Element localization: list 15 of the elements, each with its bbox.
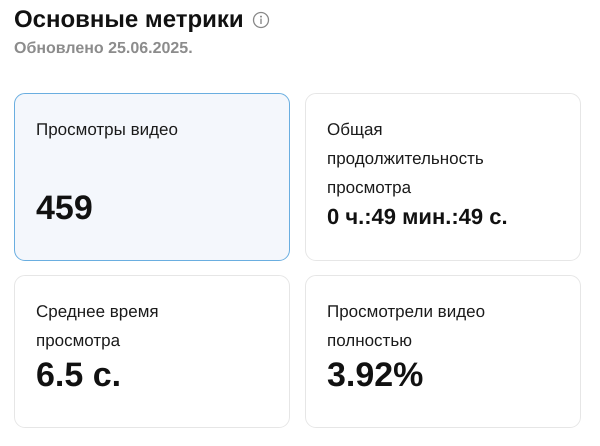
updated-date: Обновлено 25.06.2025. — [14, 40, 194, 58]
metric-card[interactable]: Просмотры видео 459 — [14, 93, 290, 261]
metric-value: 459 — [36, 188, 94, 228]
metric-label: Общая продолжительность просмотра — [327, 119, 485, 199]
metric-card[interactable]: Просмотрели видео полностью 3.92% — [305, 275, 581, 428]
metric-card[interactable]: Общая продолжительность просмотра 0 ч.:49 мин.:49 с. — [305, 93, 581, 261]
info-icon[interactable] — [252, 11, 270, 29]
metric-label: Просмотры видео — [36, 119, 179, 141]
metric-label: Среднее время просмотра — [36, 301, 160, 352]
section-title: Основные метрики — [14, 5, 244, 35]
metric-value: 3.92% — [327, 355, 424, 395]
metric-value: 0 ч.:49 мин.:49 с. — [327, 203, 509, 231]
metric-value: 6.5 с. — [36, 355, 122, 395]
metric-card[interactable]: Среднее время просмотра 6.5 с. — [14, 275, 290, 428]
metric-label: Просмотрели видео полностью — [327, 301, 486, 352]
